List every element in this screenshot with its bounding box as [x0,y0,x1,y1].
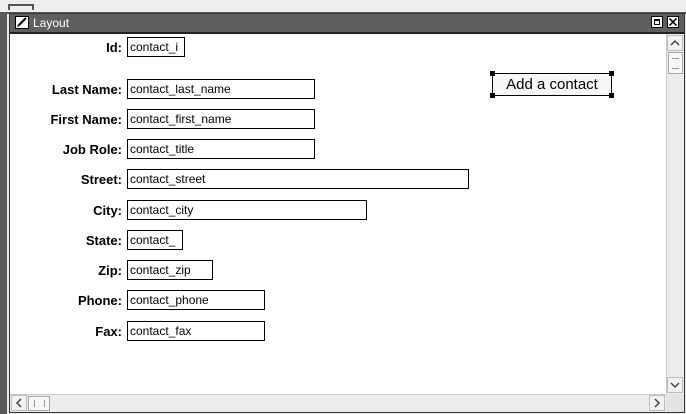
fax-field[interactable]: contact_fax [127,321,265,341]
first-name-field[interactable]: contact_first_name [127,109,315,129]
field-row-state: State: contact_ [10,230,666,250]
horizontal-scrollbar[interactable] [10,394,666,412]
selection-handle[interactable] [609,71,614,76]
field-label: Job Role: [62,142,122,157]
street-field[interactable]: contact_street [127,169,469,189]
chevron-down-icon [670,382,680,389]
field-label: First Name: [50,112,122,127]
phone-field[interactable]: contact_phone [127,290,265,310]
layout-window: Layout Id: contact_i Last Name: contact_… [9,13,685,413]
outer-frame-top [0,0,686,14]
maximize-button[interactable] [651,16,663,28]
field-row-first-name: First Name: contact_first_name [10,109,666,129]
field-row-job-role: Job Role: contact_title [10,139,666,159]
outer-frame-left [0,12,7,414]
selection-handle[interactable] [609,93,614,98]
field-label: State: [85,233,122,248]
field-row-fax: Fax: contact_fax [10,321,666,341]
field-row-city: City: contact_city [10,200,666,220]
field-label: Fax: [95,324,122,339]
city-field[interactable]: contact_city [127,200,367,220]
field-row-phone: Phone: contact_phone [10,290,666,310]
id-field[interactable]: contact_i [127,37,185,57]
scroll-down-button[interactable] [667,377,683,393]
horizontal-scroll-thumb[interactable] [28,396,50,411]
window-grip [8,4,34,10]
field-label: Zip: [98,263,122,278]
close-icon [669,18,677,26]
scroll-up-button[interactable] [667,35,683,51]
vertical-scroll-thumb[interactable] [668,52,683,74]
field-row-id: Id: contact_i [10,37,666,57]
close-button[interactable] [667,16,679,28]
selection-handle[interactable] [490,93,495,98]
vertical-scrollbar[interactable] [666,34,684,394]
layout-pencil-icon [15,16,29,29]
scroll-left-button[interactable] [11,395,27,411]
chevron-left-icon [15,398,22,408]
scroll-right-button[interactable] [649,395,665,411]
window-title: Layout [33,16,70,30]
chevron-right-icon [654,398,661,408]
last-name-field[interactable]: contact_last_name [127,79,315,99]
field-label: City: [93,203,122,218]
field-label: Street: [80,172,122,187]
chevron-up-icon [670,39,680,46]
selection-handle[interactable] [490,71,495,76]
job-role-field[interactable]: contact_title [127,139,315,159]
field-label: Last Name: [51,82,122,97]
field-row-street: Street: contact_street [10,169,666,189]
field-label: Phone: [77,293,122,308]
scrollbar-corner [666,394,684,412]
add-contact-button[interactable]: Add a contact [492,73,612,96]
layout-canvas: Id: contact_i Last Name: contact_last_na… [10,34,666,394]
zip-field[interactable]: contact_zip [127,260,213,280]
title-bar[interactable]: Layout [10,14,684,34]
state-field[interactable]: contact_ [127,230,183,250]
field-label: Id: [106,40,122,55]
field-row-zip: Zip: contact_zip [10,260,666,280]
